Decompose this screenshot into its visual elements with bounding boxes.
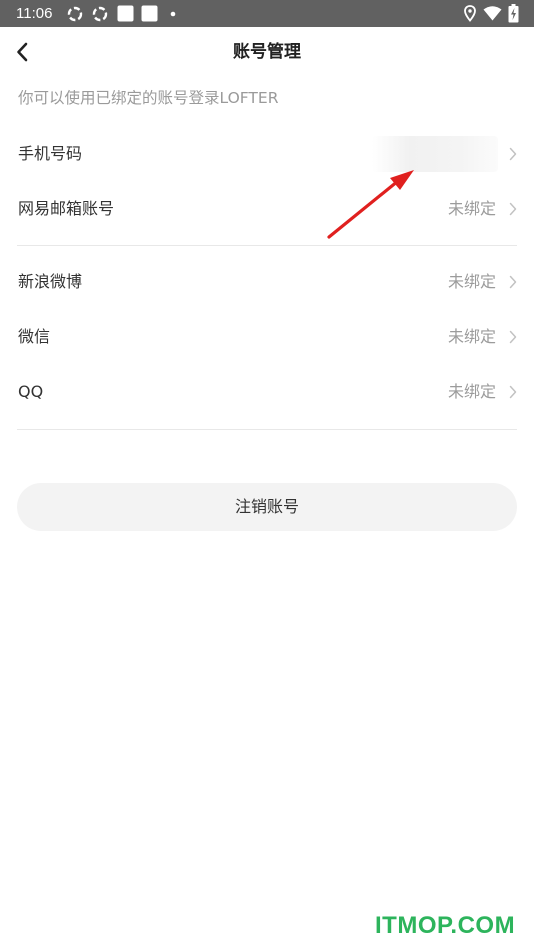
- account-row-qq[interactable]: QQ 未绑定: [0, 365, 534, 420]
- sync-icon: [92, 6, 108, 22]
- square-notification-icon: [141, 5, 158, 22]
- chevron-right-icon: [509, 330, 517, 344]
- row-label: 新浪微博: [18, 272, 83, 291]
- phone-number-redacted: [372, 136, 498, 172]
- row-value: 未绑定: [447, 199, 496, 218]
- chevron-right-icon: [509, 202, 517, 216]
- deregister-account-button[interactable]: 注销账号: [17, 483, 517, 531]
- row-label: 微信: [18, 327, 51, 346]
- watermark: ITMOP.COM: [375, 912, 516, 939]
- account-row-netease-mail[interactable]: 网易邮箱账号 未绑定: [0, 182, 534, 237]
- dot-icon: [170, 11, 176, 17]
- chevron-right-icon: [509, 147, 517, 161]
- divider: [17, 245, 517, 246]
- row-label: 网易邮箱账号: [18, 199, 115, 218]
- location-icon: [464, 5, 476, 22]
- wifi-icon: [483, 6, 502, 21]
- row-value: 未绑定: [447, 327, 496, 346]
- page-title: 账号管理: [233, 42, 301, 62]
- account-row-wechat[interactable]: 微信 未绑定: [0, 310, 534, 365]
- chevron-right-icon: [509, 275, 517, 289]
- header: 账号管理: [0, 27, 534, 77]
- battery-charging-icon: [508, 4, 519, 23]
- status-bar: 11:06: [0, 0, 534, 27]
- row-label: 手机号码: [18, 144, 83, 163]
- row-value: 未绑定: [447, 272, 496, 291]
- login-hint: 你可以使用已绑定的账号登录LOFTER: [18, 89, 279, 107]
- divider: [17, 429, 517, 430]
- chevron-right-icon: [509, 385, 517, 399]
- square-notification-icon: [117, 5, 134, 22]
- account-row-phone[interactable]: 手机号码: [0, 127, 534, 182]
- status-time: 11:06: [16, 5, 53, 22]
- sync-icon: [67, 6, 83, 22]
- row-value: 未绑定: [447, 382, 496, 401]
- account-row-weibo[interactable]: 新浪微博 未绑定: [0, 255, 534, 310]
- row-label: QQ: [18, 382, 44, 401]
